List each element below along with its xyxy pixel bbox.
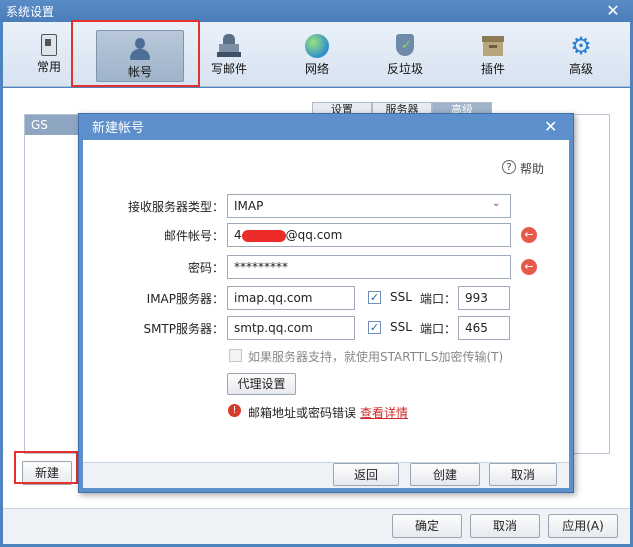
highlight-new-box xyxy=(14,451,78,484)
smtp-ssl-label: SSL xyxy=(390,320,412,334)
tool-label: 反垃圾 xyxy=(386,62,423,76)
window-titlebar[interactable] xyxy=(0,0,633,22)
email-suffix: @qq.com xyxy=(285,228,343,242)
imap-port-label: 端口： xyxy=(420,292,457,306)
tool-compose[interactable]: 写邮件 xyxy=(188,28,270,84)
ok-button[interactable]: 确定 xyxy=(392,514,462,538)
box-icon xyxy=(481,34,505,58)
server-type-label: 接收服务器类型： xyxy=(127,200,224,214)
cancel-button[interactable]: 取消 xyxy=(470,514,540,538)
proxy-settings-button[interactable]: 代理设置 xyxy=(227,373,296,395)
server-type-select[interactable]: IMAP xyxy=(227,194,511,218)
email-label: 邮件帐号： xyxy=(163,229,224,243)
starttls-checkbox[interactable] xyxy=(229,349,242,362)
imap-ssl-checkbox[interactable]: ✓ xyxy=(368,291,381,304)
back-button[interactable]: 返回 xyxy=(333,463,399,486)
email-redaction xyxy=(241,229,286,242)
password-error-icon: ← xyxy=(521,259,537,275)
password-label: 密码： xyxy=(187,261,224,275)
smtp-label: SMTP服务器： xyxy=(143,322,224,336)
email-field[interactable]: 4 @qq.com xyxy=(227,223,511,247)
create-button[interactable]: 创建 xyxy=(410,463,480,486)
dialog-cancel-button[interactable]: 取消 xyxy=(489,463,557,486)
tool-antispam[interactable]: ✓ 反垃圾 xyxy=(364,28,446,84)
dialog-title: 新建帐号 xyxy=(92,121,145,136)
tool-label: 网络 xyxy=(304,62,329,76)
apply-button[interactable]: 应用(A) xyxy=(548,514,618,538)
smtp-port-field[interactable]: 465 xyxy=(458,316,510,340)
tool-advanced[interactable]: ⚙ 高级 xyxy=(540,28,622,84)
error-icon: ! xyxy=(228,404,241,417)
imap-server-field[interactable]: imap.qq.com xyxy=(227,286,355,310)
starttls-label: 如果服务器支持，就使用STARTTLS加密传输(T) xyxy=(248,350,504,364)
password-field[interactable]: ********* xyxy=(227,255,511,279)
tool-network[interactable]: 网络 xyxy=(276,28,358,84)
stamp-icon xyxy=(217,34,241,58)
error-details-link[interactable]: 查看详情 xyxy=(360,404,408,421)
tool-label: 高级 xyxy=(568,62,593,76)
tool-label: 插件 xyxy=(480,62,505,76)
server-type-value: IMAP xyxy=(234,199,264,213)
tool-plugins[interactable]: 插件 xyxy=(452,28,534,84)
smtp-server-field[interactable]: smtp.qq.com xyxy=(227,316,355,340)
smtp-port-label: 端口： xyxy=(420,322,457,336)
email-prefix: 4 xyxy=(234,228,242,242)
smtp-ssl-checkbox[interactable]: ✓ xyxy=(368,321,381,334)
highlight-account-box xyxy=(71,20,200,87)
phone-icon xyxy=(41,34,57,56)
imap-ssl-label: SSL xyxy=(390,290,412,304)
chevron-down-icon: ⌄ xyxy=(492,198,501,209)
error-message: 邮箱地址或密码错误 xyxy=(248,406,357,420)
tool-label: 写邮件 xyxy=(210,62,247,76)
help-link[interactable]: 帮助 xyxy=(520,160,544,177)
dialog-close-button[interactable]: ✕ xyxy=(544,117,557,136)
imap-port-field[interactable]: 993 xyxy=(458,286,510,310)
window-close-button[interactable]: ✕ xyxy=(604,2,622,20)
imap-label: IMAP服务器： xyxy=(146,292,224,306)
globe-icon xyxy=(305,34,329,58)
gear-icon: ⚙ xyxy=(570,32,592,60)
email-error-icon: ← xyxy=(521,227,537,243)
shield-icon: ✓ xyxy=(393,34,417,58)
help-icon[interactable]: ? xyxy=(502,160,516,174)
window-title: 系统设置 xyxy=(6,5,55,19)
